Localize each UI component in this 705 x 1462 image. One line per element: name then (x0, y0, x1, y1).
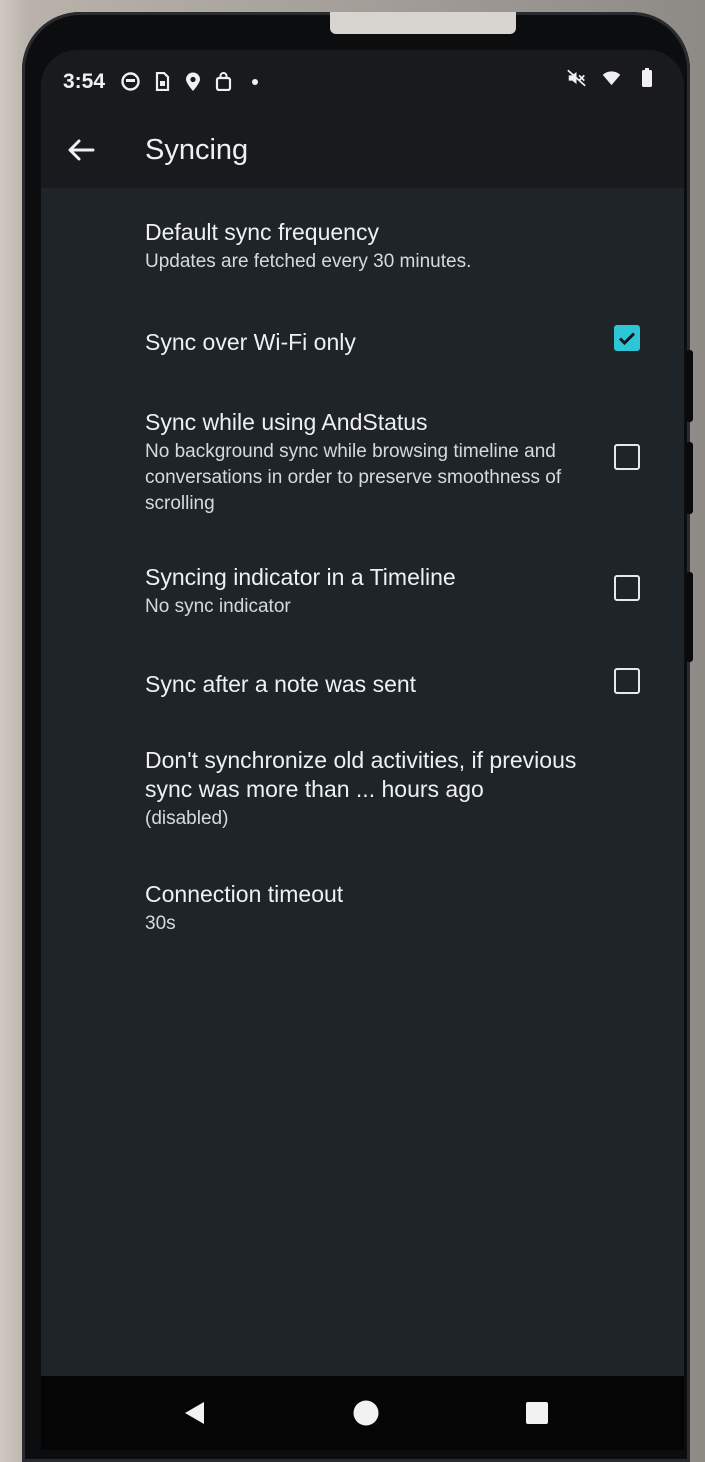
syncing-indicator-checkbox[interactable] (614, 575, 640, 601)
setting-sync-after-note-sent[interactable]: Sync after a note was sent (145, 670, 585, 699)
status-left-icons (121, 72, 264, 91)
check-icon (618, 332, 636, 346)
setting-title: Don't synchronize old activities, if pre… (145, 747, 577, 802)
side-button-upper (686, 350, 693, 422)
nav-recents-button[interactable] (522, 1398, 552, 1428)
sim-icon (152, 72, 171, 91)
mute-icon (567, 68, 586, 87)
setting-title: Sync while using AndStatus (145, 409, 428, 435)
sync-after-note-checkbox[interactable] (614, 668, 640, 694)
recents-square-icon (526, 1402, 548, 1424)
setting-title: Sync after a note was sent (145, 671, 417, 697)
side-button-middle (686, 442, 693, 514)
page-title: Syncing (145, 134, 249, 166)
screen: 3:54 Syncing Default sync frequency Upda… (41, 50, 684, 1450)
status-bar: 3:54 (41, 50, 684, 112)
back-triangle-icon (185, 1402, 204, 1424)
battery-icon (637, 67, 656, 87)
wifi-only-checkbox[interactable] (614, 325, 640, 351)
setting-summary: No sync indicator (145, 596, 291, 617)
setting-title: Default sync frequency (145, 219, 379, 245)
setting-title: Syncing indicator in a Timeline (145, 564, 456, 590)
setting-summary: Updates are fetched every 30 minutes. (145, 251, 472, 272)
setting-title: Connection timeout (145, 881, 344, 907)
back-button[interactable] (63, 132, 99, 168)
setting-syncing-indicator[interactable]: Syncing indicator in a Timeline No sync … (145, 563, 585, 620)
face-icon (121, 72, 140, 91)
setting-sync-over-wifi-only[interactable]: Sync over Wi-Fi only (145, 328, 585, 357)
setting-summary: 30s (145, 913, 176, 934)
setting-summary: (disabled) (145, 808, 229, 829)
arrow-back-icon (68, 139, 95, 161)
sync-while-using-checkbox[interactable] (614, 444, 640, 470)
wifi-icon (602, 68, 621, 87)
location-icon (183, 72, 202, 91)
side-button-lower (686, 572, 693, 662)
camera-notch (330, 12, 516, 34)
home-circle-icon (353, 1400, 379, 1426)
setting-title: Sync over Wi-Fi only (145, 329, 356, 355)
dot-icon (245, 72, 264, 91)
status-right-icons (567, 67, 656, 87)
nav-back-button[interactable] (179, 1398, 209, 1428)
app-bar: Syncing (41, 112, 684, 188)
status-time: 3:54 (63, 70, 106, 93)
setting-dont-sync-old-activities[interactable]: Don't synchronize old activities, if pre… (145, 746, 615, 832)
navigation-bar (41, 1376, 684, 1450)
setting-connection-timeout[interactable]: Connection timeout 30s (145, 880, 585, 937)
nav-home-button[interactable] (351, 1398, 381, 1428)
bag-icon (214, 72, 233, 91)
setting-sync-while-using-andstatus[interactable]: Sync while using AndStatus No background… (145, 408, 585, 517)
setting-default-sync-frequency[interactable]: Default sync frequency Updates are fetch… (145, 218, 585, 275)
setting-summary: No background sync while browsing timeli… (145, 441, 562, 514)
